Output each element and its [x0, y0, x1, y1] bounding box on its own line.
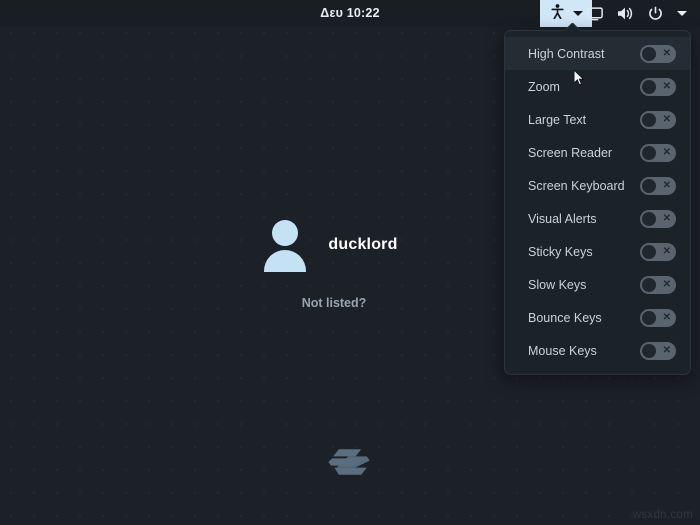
toggle-knob [642, 343, 656, 358]
a11y-menu-item-label: Bounce Keys [528, 310, 602, 325]
a11y-menu-item-label: Screen Keyboard [528, 178, 625, 193]
zorin-logo-icon [325, 437, 375, 487]
toggle-knob [642, 244, 656, 259]
toggle-switch[interactable]: ✕ [640, 44, 676, 63]
a11y-menu-item[interactable]: Large Text ✕ [505, 103, 690, 136]
accessibility-menu: High Contrast ✕ Zoom ✕ Large Text ✕ Screen Rea… [504, 30, 691, 375]
toggle-off-icon: ✕ [662, 278, 671, 290]
toggle-knob [642, 145, 656, 160]
a11y-menu-item-label: Slow Keys [528, 277, 587, 292]
a11y-menu-item[interactable]: Screen Keyboard ✕ [505, 169, 690, 202]
a11y-menu-item[interactable]: Bounce Keys ✕ [505, 301, 690, 334]
a11y-menu-item-label: Visual Alerts [528, 211, 597, 226]
power-icon[interactable] [641, 0, 670, 27]
toggle-off-icon: ✕ [662, 245, 671, 257]
user-avatar-icon [262, 218, 308, 272]
toggle-off-icon: ✕ [662, 80, 671, 92]
toggle-switch[interactable]: ✕ [640, 110, 676, 129]
toggle-knob [642, 277, 656, 292]
toggle-knob [642, 178, 656, 193]
accessibility-menu-list: High Contrast ✕ Zoom ✕ Large Text ✕ Screen Rea… [505, 37, 690, 367]
toggle-off-icon: ✕ [662, 212, 671, 224]
a11y-menu-item[interactable]: High Contrast ✕ [505, 37, 690, 70]
top-panel: Δευ 10:22 [0, 0, 700, 27]
a11y-menu-item-label: Screen Reader [528, 145, 613, 160]
not-listed-link[interactable]: Not listed? [302, 296, 367, 310]
toggle-knob [642, 112, 656, 127]
toggle-switch[interactable]: ✕ [640, 143, 676, 162]
toggle-switch[interactable]: ✕ [640, 275, 676, 294]
accessibility-icon [551, 3, 564, 24]
system-tray [580, 0, 694, 27]
tray-chevron-down-icon[interactable] [670, 0, 694, 27]
toggle-switch[interactable]: ✕ [640, 77, 676, 96]
username-label: ducklord [328, 236, 398, 253]
a11y-menu-item-label: Zoom [528, 79, 560, 94]
toggle-knob [642, 211, 656, 226]
menu-pointer-arrow [565, 23, 581, 31]
a11y-menu-item[interactable]: Visual Alerts ✕ [505, 202, 690, 235]
a11y-menu-item[interactable]: Mouse Keys ✕ [505, 334, 690, 367]
toggle-off-icon: ✕ [662, 179, 671, 191]
a11y-menu-item-label: High Contrast [528, 46, 605, 61]
toggle-switch[interactable]: ✕ [640, 209, 676, 228]
display-icon[interactable] [580, 0, 610, 27]
volume-icon[interactable] [610, 0, 641, 27]
toggle-off-icon: ✕ [662, 47, 671, 59]
a11y-menu-item[interactable]: Screen Reader ✕ [505, 136, 690, 169]
toggle-knob [642, 46, 656, 61]
watermark: wsxdn.com [632, 509, 693, 521]
toggle-off-icon: ✕ [662, 344, 671, 356]
toggle-off-icon: ✕ [662, 113, 671, 125]
a11y-menu-item-label: Large Text [528, 112, 587, 127]
user-entry[interactable]: ducklord [262, 218, 437, 272]
mouse-cursor [573, 68, 585, 92]
toggle-off-icon: ✕ [662, 146, 671, 158]
toggle-switch[interactable]: ✕ [640, 341, 676, 360]
toggle-switch[interactable]: ✕ [640, 176, 676, 195]
toggle-knob [642, 79, 656, 94]
toggle-switch[interactable]: ✕ [640, 308, 676, 327]
a11y-menu-item[interactable]: Zoom ✕ [505, 70, 690, 103]
a11y-menu-item-label: Mouse Keys [528, 343, 597, 358]
a11y-menu-item-label: Sticky Keys [528, 244, 593, 259]
toggle-switch[interactable]: ✕ [640, 242, 676, 261]
a11y-menu-item[interactable]: Sticky Keys ✕ [505, 235, 690, 268]
a11y-menu-item[interactable]: Slow Keys ✕ [505, 268, 690, 301]
toggle-knob [642, 310, 656, 325]
toggle-off-icon: ✕ [662, 311, 671, 323]
